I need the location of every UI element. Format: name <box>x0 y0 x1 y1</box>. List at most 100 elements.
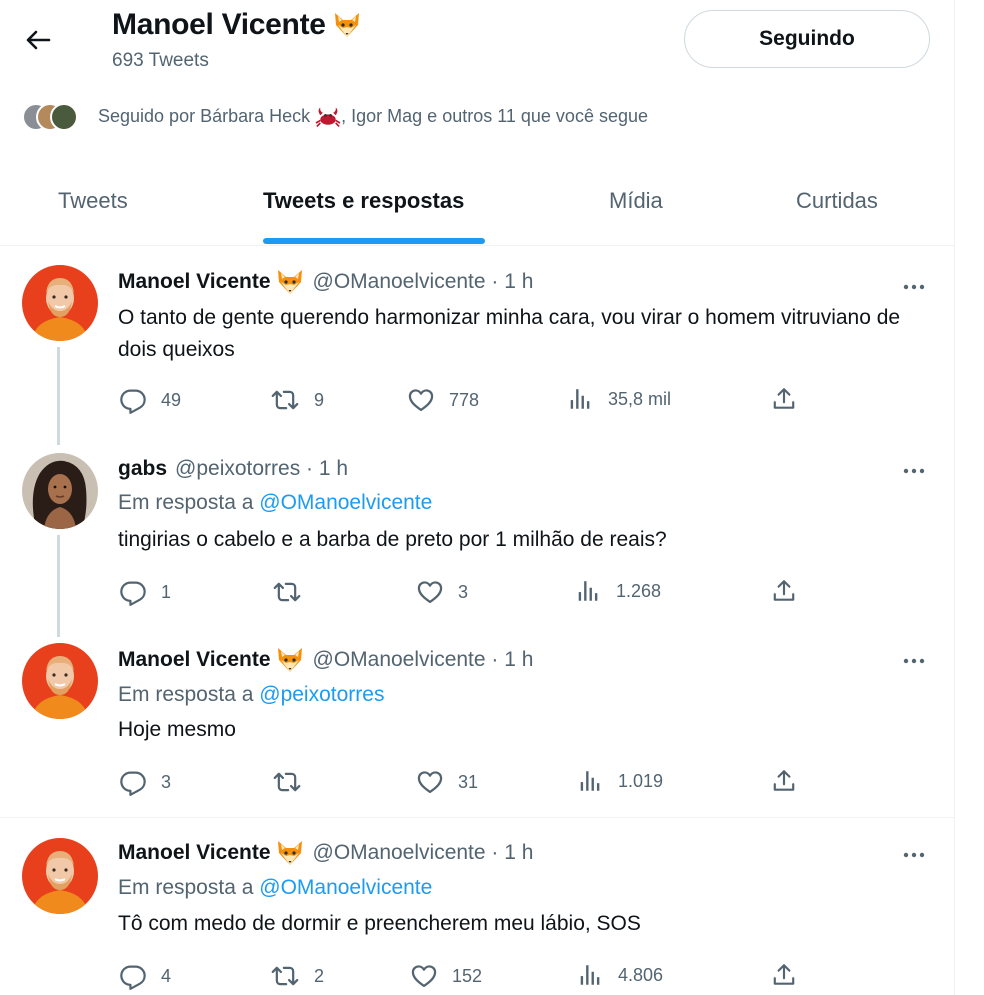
views-button[interactable]: 1.268 <box>576 578 661 604</box>
reply-prefix: Em resposta a <box>118 491 254 514</box>
share-button[interactable] <box>771 768 797 794</box>
reply-icon <box>119 386 147 414</box>
more-icon <box>902 657 926 665</box>
like-count: 152 <box>452 965 483 986</box>
views-button[interactable]: 4.806 <box>578 962 663 988</box>
avatar[interactable] <box>22 453 98 529</box>
profile-header: Manoel Vicente 693 Tweets Seguindo <box>0 0 955 90</box>
share-icon <box>771 578 797 604</box>
tab-likes[interactable]: Curtidas <box>796 188 878 214</box>
tab-tweets[interactable]: Tweets <box>58 188 128 214</box>
analytics-icon <box>568 386 594 412</box>
view-count: 4.806 <box>618 964 664 985</box>
profile-title: Manoel Vicente <box>112 8 362 42</box>
views-button[interactable]: 1.019 <box>578 768 663 794</box>
more-options-button[interactable] <box>896 649 932 673</box>
retweet-icon <box>270 962 300 990</box>
analytics-icon <box>578 962 604 988</box>
like-button[interactable]: 31 <box>416 768 478 796</box>
more-options-button[interactable] <box>896 843 932 867</box>
following-button[interactable]: Seguindo <box>684 10 930 68</box>
reply-count: 1 <box>161 581 172 602</box>
tweet-actions: 49 9 778 35,8 mil <box>0 386 955 416</box>
reply-prefix: Em resposta a <box>118 683 254 706</box>
reply-mention-link[interactable]: @peixotorres <box>259 683 384 706</box>
author-name[interactable]: Manoel Vicente <box>118 270 271 294</box>
heart-icon <box>410 962 438 990</box>
profile-tabs: Tweets Tweets e respostas Mídia Curtidas <box>0 160 955 246</box>
followed-by-row[interactable]: Seguido por Bárbara Heck , Igor Mag e ou… <box>22 100 648 134</box>
reply-context: Em resposta a @OManoelvicente <box>118 491 432 515</box>
retweet-count: 2 <box>314 965 325 986</box>
avatar[interactable] <box>22 265 98 341</box>
share-icon <box>771 768 797 794</box>
retweet-icon <box>270 386 300 414</box>
tweet-actions: 3 31 1.019 <box>0 768 955 798</box>
retweet-button[interactable]: 2 <box>270 962 324 990</box>
tweet-header: gabs @peixotorres · 1 h <box>118 457 348 481</box>
view-count: 35,8 mil <box>608 388 672 409</box>
view-count: 1.268 <box>616 580 662 601</box>
author-name[interactable]: gabs <box>118 457 167 481</box>
retweet-button[interactable]: 9 <box>270 386 324 414</box>
retweet-icon <box>272 768 302 796</box>
reply-button[interactable]: 4 <box>119 962 171 990</box>
tweet[interactable]: Manoel Vicente @OManoelvicente · 1 h O t… <box>0 247 955 445</box>
reply-button[interactable]: 49 <box>119 386 181 414</box>
more-options-button[interactable] <box>896 459 932 483</box>
author-handle[interactable]: @peixotorres · 1 h <box>175 457 348 481</box>
fox-emoji-icon <box>275 646 305 674</box>
more-options-button[interactable] <box>896 275 932 299</box>
reply-mention-link[interactable]: @OManoelvicente <box>259 491 432 514</box>
tweet-header: Manoel Vicente @OManoelvicente · 1 h <box>118 268 533 296</box>
like-count: 3 <box>458 581 469 602</box>
author-handle[interactable]: @OManoelvicente · 1 h <box>313 270 534 294</box>
reply-icon <box>119 578 147 606</box>
tweet[interactable]: Manoel Vicente @OManoelvicente · 1 h Em … <box>0 818 955 995</box>
share-button[interactable] <box>771 962 797 988</box>
tab-tweets-and-replies[interactable]: Tweets e respostas <box>263 188 464 214</box>
like-count: 31 <box>458 771 479 792</box>
reply-button[interactable]: 3 <box>119 768 171 796</box>
tweet-actions: 4 2 152 4.806 <box>0 962 955 992</box>
like-count: 778 <box>449 389 480 410</box>
followed-by-text: Seguido por Bárbara Heck , Igor Mag e ou… <box>98 105 648 129</box>
fox-emoji-icon <box>332 11 362 39</box>
tweet-text: Hoje mesmo <box>118 718 236 741</box>
avatar[interactable] <box>22 643 98 719</box>
retweet-count: 9 <box>314 389 325 410</box>
reply-button[interactable]: 1 <box>119 578 171 606</box>
share-icon <box>771 962 797 988</box>
tab-media[interactable]: Mídia <box>609 188 663 214</box>
author-name[interactable]: Manoel Vicente <box>118 841 271 865</box>
share-button[interactable] <box>771 578 797 604</box>
like-button[interactable]: 778 <box>407 386 479 414</box>
retweet-icon <box>272 578 302 606</box>
tweet[interactable]: Manoel Vicente @OManoelvicente · 1 h Em … <box>0 637 955 817</box>
reply-prefix: Em resposta a <box>118 876 254 899</box>
author-handle[interactable]: @OManoelvicente · 1 h <box>313 648 534 672</box>
like-button[interactable]: 3 <box>416 578 468 606</box>
like-button[interactable]: 152 <box>410 962 482 990</box>
more-icon <box>902 851 926 859</box>
author-name[interactable]: Manoel Vicente <box>118 648 271 672</box>
avatar[interactable] <box>22 838 98 914</box>
views-button[interactable]: 35,8 mil <box>568 386 671 412</box>
back-button[interactable] <box>20 22 56 58</box>
fox-emoji-icon <box>275 839 305 867</box>
crab-emoji-icon <box>315 105 341 129</box>
reply-mention-link[interactable]: @OManoelvicente <box>259 876 432 899</box>
arrow-left-icon <box>26 30 51 50</box>
followed-by-suffix: , Igor Mag e outros 11 que você segue <box>341 105 649 126</box>
retweet-button[interactable] <box>272 578 316 606</box>
reply-count: 4 <box>161 965 172 986</box>
share-button[interactable] <box>771 386 797 412</box>
retweet-button[interactable] <box>272 768 316 796</box>
tweet-count: 693 Tweets <box>112 50 209 71</box>
tweet-actions: 1 3 1.268 <box>0 578 955 608</box>
tweet[interactable]: gabs @peixotorres · 1 h Em resposta a @O… <box>0 445 955 637</box>
profile-page: Manoel Vicente 693 Tweets Seguindo Segui… <box>0 0 955 995</box>
active-tab-indicator <box>263 238 485 244</box>
reply-count: 49 <box>161 389 182 410</box>
author-handle[interactable]: @OManoelvicente · 1 h <box>313 841 534 865</box>
